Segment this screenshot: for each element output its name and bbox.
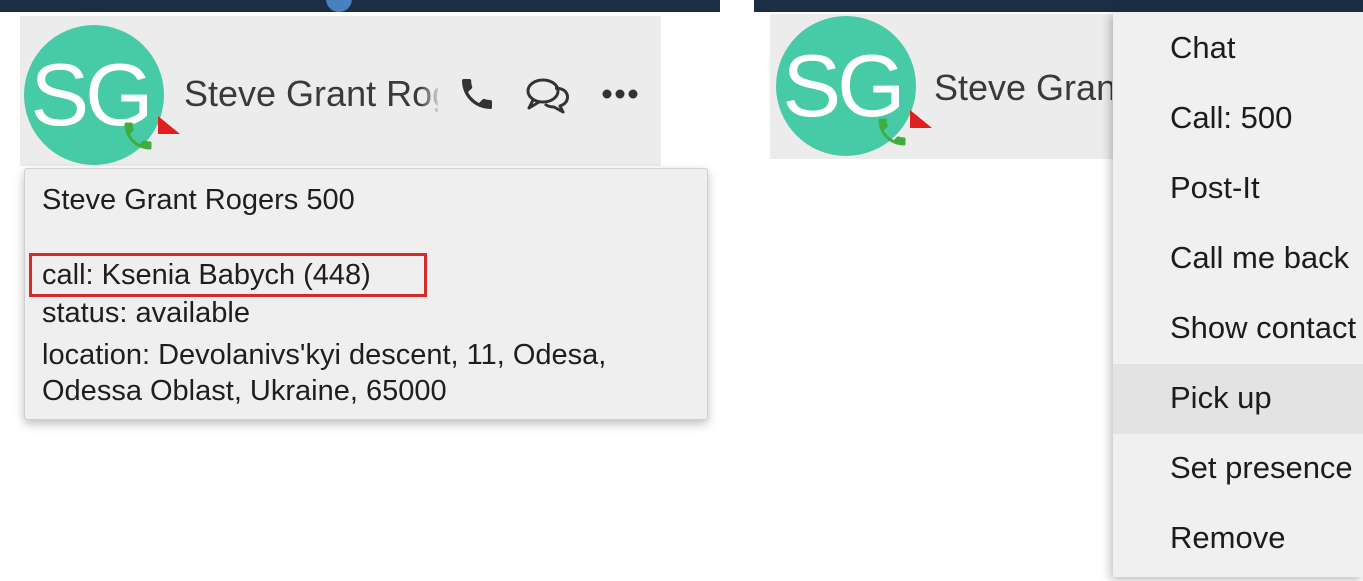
menu-item-label: Set presence [1170, 450, 1353, 485]
contact-name-right: Steve Grant Rogers [934, 67, 1112, 108]
contact-tooltip: Steve Grant Rogers 500 call: Ksenia Baby… [24, 168, 708, 420]
menu-item-label: Show contact [1170, 310, 1357, 345]
tooltip-location-line-1: location: Devolanivs'kyi descent, 11, Od… [42, 339, 607, 371]
name-fade [420, 70, 442, 120]
menu-item-label: Post-It [1170, 170, 1260, 205]
menu-item-call[interactable]: Call: 500 [1113, 84, 1363, 154]
tooltip-heading: Steve Grant Rogers 500 [42, 184, 355, 216]
top-bar-left [0, 0, 720, 12]
menu-item-label: Call: 500 [1170, 100, 1293, 135]
contact-name: Steve Grant Rogers [184, 73, 438, 114]
tooltip-status-line: status: available [42, 297, 250, 329]
menu-item-set-presence[interactable]: Set presence [1113, 434, 1363, 504]
menu-item-call-me-back[interactable]: Call me back [1113, 224, 1363, 294]
top-bar-right [754, 0, 1363, 12]
chat-bubbles-icon[interactable] [523, 76, 573, 116]
menu-item-chat[interactable]: Chat [1113, 14, 1363, 84]
presence-flag-icon [158, 116, 180, 134]
phone-icon[interactable] [457, 74, 497, 114]
presence-phone-icon [124, 122, 152, 150]
menu-item-post-it[interactable]: Post-It [1113, 154, 1363, 224]
more-options-icon[interactable] [602, 88, 638, 100]
menu-item-label: Call me back [1170, 240, 1350, 275]
tooltip-call-line: call: Ksenia Babych (448) [42, 259, 371, 291]
menu-item-pick-up[interactable]: Pick up [1113, 364, 1363, 434]
tooltip-location-line-2: Odessa Oblast, Ukraine, 65000 [42, 375, 447, 407]
menu-item-remove[interactable]: Remove [1113, 504, 1363, 574]
top-bar-indicator [326, 0, 352, 12]
menu-item-label: Remove [1170, 520, 1286, 555]
menu-item-show-contact[interactable]: Show contact [1113, 294, 1363, 364]
menu-item-label: Chat [1170, 30, 1236, 65]
presence-flag-icon-right [910, 110, 932, 128]
presence-phone-icon-right [878, 118, 906, 146]
context-menu: Chat Call: 500 Post-It Call me back Show… [1113, 12, 1363, 577]
menu-item-label: Pick up [1170, 380, 1272, 415]
